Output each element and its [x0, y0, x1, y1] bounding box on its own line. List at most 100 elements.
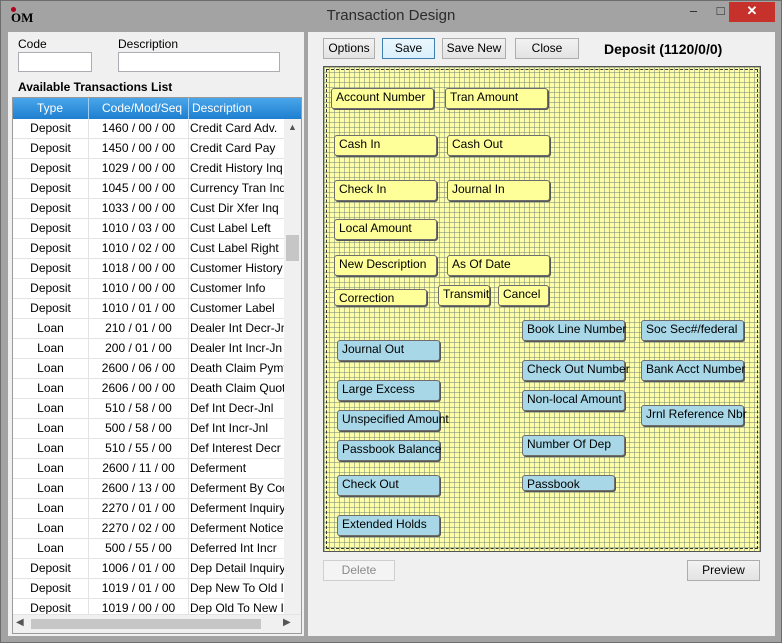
cell-divider — [188, 319, 189, 339]
col-separator[interactable] — [188, 98, 189, 119]
cell-type: Deposit — [30, 181, 71, 195]
table-row[interactable]: Loan 500 / 58 / 00 Def Int Incr-Jnl — [13, 419, 284, 439]
table-row[interactable]: Loan 2600 / 13 / 00 Deferment By Code — [13, 479, 284, 499]
col-header-description[interactable]: Description — [192, 101, 252, 115]
table-row[interactable]: Deposit 1010 / 01 / 00 Customer Label — [13, 299, 284, 319]
title-bar[interactable]: OM Transaction Design – □ ✕ — [1, 1, 781, 31]
table-row[interactable]: Loan 2270 / 01 / 00 Deferment Inquiry — [13, 499, 284, 519]
field-correction[interactable]: Correction — [334, 289, 427, 306]
table-row[interactable]: Loan 2606 / 00 / 00 Death Claim Quote — [13, 379, 284, 399]
col-separator[interactable] — [88, 98, 89, 119]
table-row[interactable]: Deposit 1029 / 00 / 00 Credit History Inq — [13, 159, 284, 179]
table-row[interactable]: Loan 2600 / 06 / 00 Death Claim Pymt — [13, 359, 284, 379]
field-book-line-number[interactable]: Book Line Number — [522, 320, 626, 341]
field-account-number[interactable]: Account Number — [331, 88, 434, 109]
table-row[interactable]: Deposit 1018 / 00 / 00 Customer History — [13, 259, 284, 279]
minimize-button[interactable]: – — [680, 2, 707, 22]
horizontal-scrollbar[interactable]: ◀ ▶ — [13, 614, 301, 633]
field-cash-in[interactable]: Cash In — [334, 135, 437, 156]
description-input[interactable] — [118, 52, 280, 72]
field-passbook-balance[interactable]: Passbook Balance — [337, 440, 441, 461]
code-input[interactable] — [18, 52, 92, 72]
table-row[interactable]: Loan 2270 / 02 / 00 Deferment Notice — [13, 519, 284, 539]
design-canvas[interactable]: Account Number Tran Amount Cash In Cash … — [323, 66, 761, 552]
field-journal-out[interactable]: Journal Out — [337, 340, 440, 361]
table-row[interactable]: Deposit 1019 / 00 / 00 Dep Old To New In — [13, 599, 284, 614]
field-passbook[interactable]: Passbook — [522, 475, 615, 491]
vertical-scrollbar[interactable]: ▲ — [284, 119, 301, 614]
table-row[interactable]: Deposit 1019 / 01 / 00 Dep New To Old In — [13, 579, 284, 599]
window-title: Transaction Design — [326, 7, 456, 24]
col-header-type[interactable]: Type — [37, 101, 63, 115]
cell-code: 1010 / 03 / 00 — [101, 221, 176, 235]
field-check-out-number[interactable]: Check Out Number — [522, 360, 630, 381]
cell-divider — [88, 399, 89, 419]
table-row[interactable]: Deposit 1010 / 00 / 00 Customer Info — [13, 279, 284, 299]
cell-type: Loan — [37, 521, 64, 535]
cell-divider — [188, 399, 189, 419]
delete-button[interactable]: Delete — [323, 560, 395, 581]
field-as-of-date[interactable]: As Of Date — [447, 255, 550, 276]
cell-description: Customer History — [190, 261, 283, 275]
scroll-left-arrow-icon[interactable]: ◀ — [16, 617, 24, 628]
field-large-excess[interactable]: Large Excess — [337, 380, 440, 401]
field-extended-holds[interactable]: Extended Holds — [337, 515, 440, 536]
table-row[interactable]: Deposit 1045 / 00 / 00 Currency Tran Inq — [13, 179, 284, 199]
table-row[interactable]: Loan 510 / 55 / 00 Def Interest Decr — [13, 439, 284, 459]
save-button[interactable]: Save — [382, 38, 435, 59]
cell-divider — [188, 539, 189, 559]
field-new-description[interactable]: New Description — [334, 255, 437, 276]
table-row[interactable]: Loan 210 / 01 / 00 Dealer Int Decr-Jn — [13, 319, 284, 339]
cell-divider — [188, 159, 189, 179]
cell-divider — [188, 179, 189, 199]
field-transmit[interactable]: Transmit — [438, 285, 490, 306]
field-cash-out[interactable]: Cash Out — [447, 135, 550, 156]
preview-button[interactable]: Preview — [687, 560, 760, 581]
close-button[interactable]: Close — [515, 38, 579, 59]
cell-divider — [88, 319, 89, 339]
field-jrnl-reference-nbr[interactable]: Jrnl Reference Nbr — [641, 405, 747, 426]
field-non-local-amount[interactable]: Non-local Amount — [522, 390, 625, 411]
horizontal-scroll-thumb[interactable] — [31, 619, 261, 629]
cell-type: Loan — [37, 421, 64, 435]
table-row[interactable]: Deposit 1010 / 03 / 00 Cust Label Left — [13, 219, 284, 239]
table-row[interactable]: Deposit 1033 / 00 / 00 Cust Dir Xfer Inq — [13, 199, 284, 219]
table-row[interactable]: Loan 200 / 01 / 00 Dealer Int Incr-Jn — [13, 339, 284, 359]
scroll-right-arrow-icon[interactable]: ▶ — [283, 617, 291, 628]
field-journal-in[interactable]: Journal In — [447, 180, 550, 201]
field-local-amount[interactable]: Local Amount — [334, 219, 437, 240]
cell-divider — [188, 519, 189, 539]
save-new-button[interactable]: Save New — [442, 38, 506, 59]
field-check-out[interactable]: Check Out — [337, 475, 440, 496]
field-number-of-dep[interactable]: Number Of Dep — [522, 435, 625, 456]
field-check-in[interactable]: Check In — [334, 180, 437, 201]
left-panel: Code Description Available Transactions … — [8, 32, 304, 636]
field-bank-acct-number[interactable]: Bank Acct Number — [641, 360, 745, 381]
field-cancel[interactable]: Cancel — [498, 285, 549, 306]
close-window-button[interactable]: ✕ — [729, 2, 775, 22]
table-row[interactable]: Deposit 1006 / 01 / 00 Dep Detail Inquiry — [13, 559, 284, 579]
description-label: Description — [118, 37, 179, 51]
table-row[interactable]: Loan 510 / 58 / 00 Def Int Decr-Jnl — [13, 399, 284, 419]
cell-description: Credit Card Adv. — [190, 121, 278, 135]
field-unspecified-amount[interactable]: Unspecified Amount — [337, 410, 449, 431]
cell-description: Death Claim Quote — [190, 381, 284, 395]
cell-type: Loan — [37, 401, 64, 415]
options-button[interactable]: Options — [323, 38, 375, 59]
table-row[interactable]: Deposit 1010 / 02 / 00 Cust Label Right — [13, 239, 284, 259]
vertical-scroll-thumb[interactable] — [286, 235, 299, 261]
cell-code: 1010 / 00 / 00 — [101, 281, 176, 295]
scroll-up-arrow-icon[interactable]: ▲ — [284, 119, 301, 135]
table-row[interactable]: Loan 500 / 55 / 00 Deferred Int Incr — [13, 539, 284, 559]
cell-divider — [88, 239, 89, 259]
col-header-code[interactable]: Code/Mod/Seq — [102, 101, 182, 115]
table-row[interactable]: Deposit 1460 / 00 / 00 Credit Card Adv. — [13, 119, 284, 139]
table-row[interactable]: Loan 2600 / 11 / 00 Deferment — [13, 459, 284, 479]
cell-code: 2600 / 06 / 00 — [101, 361, 176, 375]
field-tran-amount[interactable]: Tran Amount — [445, 88, 548, 109]
cell-code: 200 / 01 / 00 — [105, 341, 172, 355]
cell-type: Deposit — [30, 561, 71, 575]
table-row[interactable]: Deposit 1450 / 00 / 00 Credit Card Pay — [13, 139, 284, 159]
field-soc-sec-federal[interactable]: Soc Sec#/federal — [641, 320, 744, 341]
cell-type: Loan — [37, 361, 64, 375]
